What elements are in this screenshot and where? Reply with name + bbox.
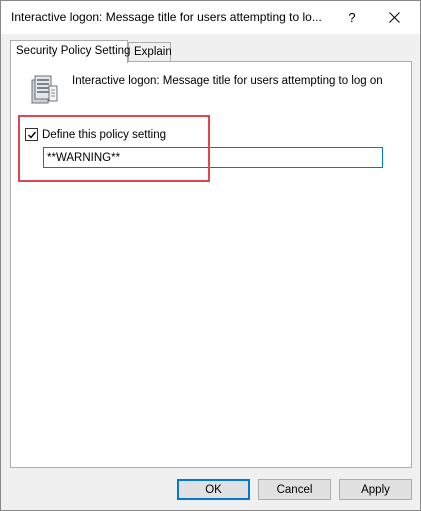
tab-explain[interactable]: Explain (128, 42, 172, 62)
ok-button[interactable]: OK (177, 479, 250, 500)
help-button[interactable]: ? (337, 1, 367, 34)
close-button[interactable] (368, 1, 420, 34)
window-title: Interactive logon: Message title for use… (11, 10, 322, 24)
policy-title: Interactive logon: Message title for use… (72, 75, 383, 87)
help-icon: ? (348, 10, 356, 25)
checkmark-icon (27, 131, 36, 139)
policy-dialog: Interactive logon: Message title for use… (0, 0, 421, 511)
title-bar[interactable]: Interactive logon: Message title for use… (1, 1, 420, 34)
define-policy-label: Define this policy setting (42, 128, 167, 141)
close-icon (388, 12, 400, 23)
tab-panel: Interactive logon: Message title for use… (10, 61, 412, 468)
message-title-input[interactable] (43, 147, 383, 168)
define-policy-checkbox[interactable] (25, 128, 38, 141)
tab-security-policy-setting[interactable]: Security Policy Setting (10, 40, 130, 63)
server-icon (31, 75, 58, 104)
apply-button[interactable]: Apply (339, 479, 412, 500)
define-policy-checkbox-row[interactable]: Define this policy setting (25, 128, 166, 141)
cancel-button[interactable]: Cancel (258, 479, 331, 500)
